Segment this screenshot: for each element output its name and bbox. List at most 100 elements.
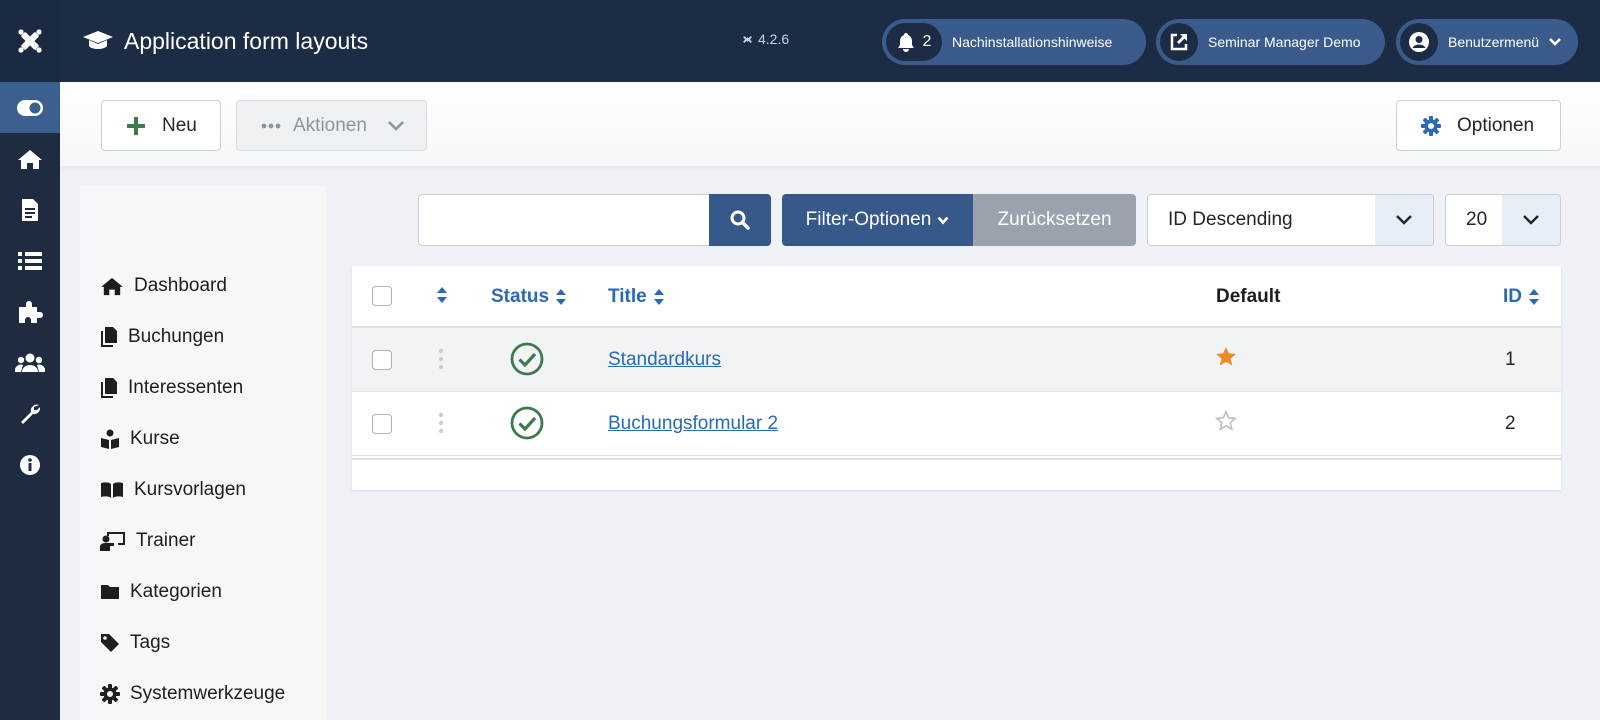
row-checkbox[interactable] [372, 414, 392, 434]
submenu-label: Buchungen [128, 326, 225, 347]
id-header-label: ID [1503, 286, 1522, 307]
reset-button[interactable]: Zurücksetzen [973, 194, 1136, 246]
select-all-checkbox[interactable] [372, 286, 392, 306]
rail-menus[interactable] [0, 235, 60, 286]
home-icon [18, 149, 42, 169]
status-sort-header[interactable]: Status [491, 286, 567, 308]
user-menu-label: Benutzermenü [1448, 34, 1540, 50]
version-text: 4.2.6 [758, 31, 790, 47]
post-install-button[interactable]: 2 Nachinstallationshinweise [882, 19, 1146, 65]
toggle-menu-icon [17, 99, 43, 116]
content-icon [22, 198, 38, 221]
ellipsis-icon [261, 123, 281, 128]
page-heading: Application form layouts [82, 28, 368, 55]
rail-home[interactable] [0, 133, 60, 184]
title-sort-header[interactable]: Title [608, 286, 665, 308]
star-empty-icon[interactable] [1215, 410, 1237, 432]
submenu-label: Kursvorlagen [134, 479, 246, 500]
drag-handle-icon[interactable] [438, 348, 444, 370]
joomla-logo[interactable] [0, 0, 60, 82]
limit-caret [1502, 195, 1560, 245]
joomla-small-icon [743, 35, 752, 43]
row-checkbox[interactable] [372, 350, 392, 370]
ordering-value: ID Descending [1168, 209, 1293, 230]
page-title: Application form layouts [124, 27, 369, 54]
submenu-systemwerkzeuge[interactable]: Systemwerkzeuge [100, 683, 285, 705]
row-id: 1 [1505, 349, 1516, 370]
submenu-kursvorlagen[interactable]: Kursvorlagen [100, 479, 246, 501]
search-button[interactable] [709, 194, 771, 246]
submenu-trainer[interactable]: Trainer [100, 530, 195, 552]
new-button[interactable]: Neu [101, 100, 221, 151]
home-icon [101, 277, 123, 296]
submenu-buchungen[interactable]: Buchungen [100, 326, 224, 348]
joomla-version: 4.2.6 [741, 31, 789, 47]
ordering-sort-header[interactable] [436, 286, 448, 304]
ordering-select[interactable]: ID Descending [1147, 194, 1434, 246]
submenu-label: Kurse [130, 428, 180, 449]
rail-system[interactable] [0, 388, 60, 439]
joomla-logo-icon [18, 29, 42, 53]
gear-icon [1421, 115, 1441, 136]
toolbar: Neu Aktionen Optionen [60, 82, 1600, 166]
rail-content[interactable] [0, 184, 60, 235]
submenu-interessenten[interactable]: Interessenten [100, 377, 243, 399]
reset-label: Zurücksetzen [997, 209, 1112, 230]
reader-icon [101, 429, 119, 449]
actions-dropdown[interactable]: Aktionen [236, 100, 427, 151]
copy-icon [101, 378, 117, 398]
user-circle-icon [1409, 32, 1429, 52]
submenu-label: Tags [130, 632, 171, 653]
submenu-tags[interactable]: Tags [100, 632, 170, 654]
admin-icon-rail [0, 0, 60, 720]
copy-icon [101, 327, 117, 347]
published-check-icon[interactable] [510, 342, 544, 376]
submenu-kategorien[interactable]: Kategorien [100, 581, 222, 603]
drag-handle-icon[interactable] [438, 412, 444, 434]
status-header-label: Status [491, 286, 550, 307]
toggle-menu-button[interactable] [0, 82, 60, 133]
rail-extensions[interactable] [0, 286, 60, 337]
chevron-down-icon [937, 216, 949, 224]
limit-select[interactable]: 20 [1445, 194, 1561, 246]
chevron-down-icon [388, 120, 404, 131]
submenu-kurse[interactable]: Kurse [100, 428, 180, 450]
gear-icon [100, 684, 120, 704]
teacher-icon [100, 532, 125, 551]
book-icon [101, 482, 123, 498]
ordering-caret [1375, 195, 1433, 245]
wrench-icon [21, 404, 41, 424]
row-title-link[interactable]: Standardkurs [608, 349, 721, 371]
component-submenu: Dashboard Buchungen Interessenten Kurse … [80, 186, 326, 720]
submenu-dashboard[interactable]: Dashboard [100, 275, 227, 297]
row-id: 2 [1505, 413, 1516, 434]
table-row: Standardkurs 1 [352, 328, 1561, 392]
menus-icon [18, 251, 42, 270]
rail-users[interactable] [0, 337, 60, 388]
user-avatar [1400, 23, 1438, 61]
submenu-label: Kategorien [130, 581, 222, 602]
table-header: Status Title Default ID [352, 266, 1561, 328]
user-menu-button[interactable]: Benutzermenü [1396, 19, 1578, 65]
star-filled-icon[interactable] [1215, 346, 1237, 368]
options-button[interactable]: Optionen [1396, 100, 1561, 151]
notification-badge: 2 [886, 23, 942, 61]
actions-label: Aktionen [293, 114, 367, 136]
row-title-link[interactable]: Buchungsformular 2 [608, 413, 778, 435]
published-check-icon[interactable] [510, 406, 544, 440]
title-header-label: Title [608, 286, 647, 307]
submenu-label: Trainer [136, 530, 196, 551]
search-input[interactable] [418, 194, 710, 246]
graduation-cap-icon [83, 31, 113, 49]
default-header-label: Default [1216, 286, 1281, 307]
plus-icon [127, 116, 145, 135]
filter-options-button[interactable]: Filter-Optionen [782, 194, 973, 246]
id-sort-header[interactable]: ID [1503, 286, 1540, 308]
folder-icon [101, 585, 119, 599]
users-icon [15, 353, 45, 372]
rail-help[interactable] [0, 439, 60, 490]
tag-icon [101, 634, 119, 652]
options-label: Optionen [1457, 114, 1535, 136]
limit-value: 20 [1466, 209, 1488, 230]
view-site-button[interactable]: Seminar Manager Demo [1156, 19, 1385, 65]
